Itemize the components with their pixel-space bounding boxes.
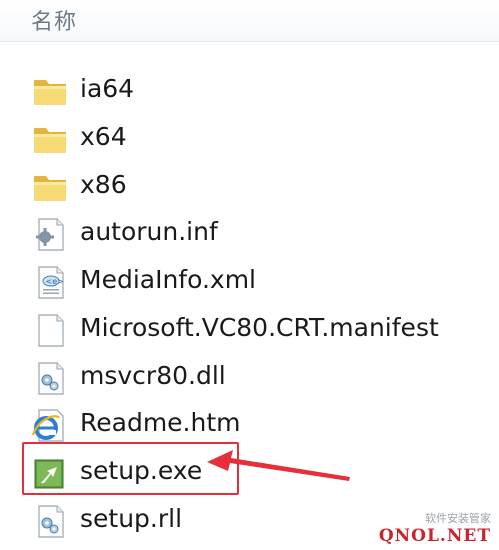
file-row-autorun[interactable]: autorun.inf — [0, 209, 499, 255]
dll-file-icon — [30, 361, 70, 395]
folder-icon — [30, 170, 70, 204]
folder-icon — [30, 122, 70, 156]
file-name: x64 — [80, 122, 127, 151]
column-header[interactable]: 名称 — [0, 0, 499, 42]
file-name: x86 — [80, 170, 127, 199]
settings-file-icon — [30, 217, 70, 251]
file-name: Readme.htm — [80, 408, 241, 437]
file-row-manifest[interactable]: Microsoft.VC80.CRT.manifest — [0, 305, 499, 351]
file-row-readme[interactable]: Readme.htm — [0, 400, 499, 446]
blank-file-icon — [30, 313, 70, 347]
dll-file-icon — [30, 504, 70, 538]
svg-text:<e>: <e> — [46, 277, 64, 286]
file-row-mediainfo[interactable]: <e> MediaInfo.xml — [0, 257, 499, 303]
folder-icon — [30, 74, 70, 108]
file-name: MediaInfo.xml — [80, 265, 257, 294]
file-name: autorun.inf — [80, 217, 218, 246]
name-column-label: 名称 — [31, 10, 78, 35]
file-row-x86[interactable]: x86 — [0, 162, 499, 208]
file-row-msvcr80[interactable]: msvcr80.dll — [0, 353, 499, 399]
watermark-text: 软件安装管家 — [425, 512, 491, 525]
file-name: msvcr80.dll — [80, 361, 226, 390]
watermark-site: QNOL.NET — [378, 526, 491, 546]
ie-file-icon — [30, 408, 70, 442]
watermark: 软件安装管家 QNOL.NET — [379, 510, 491, 546]
file-name: ia64 — [80, 74, 135, 103]
file-row-ia64[interactable]: ia64 — [0, 66, 499, 112]
highlight-box — [22, 442, 239, 495]
xml-file-icon: <e> — [30, 265, 70, 299]
file-row-x64[interactable]: x64 — [0, 114, 499, 160]
file-name: setup.rll — [80, 504, 183, 533]
file-name: Microsoft.VC80.CRT.manifest — [80, 313, 439, 342]
